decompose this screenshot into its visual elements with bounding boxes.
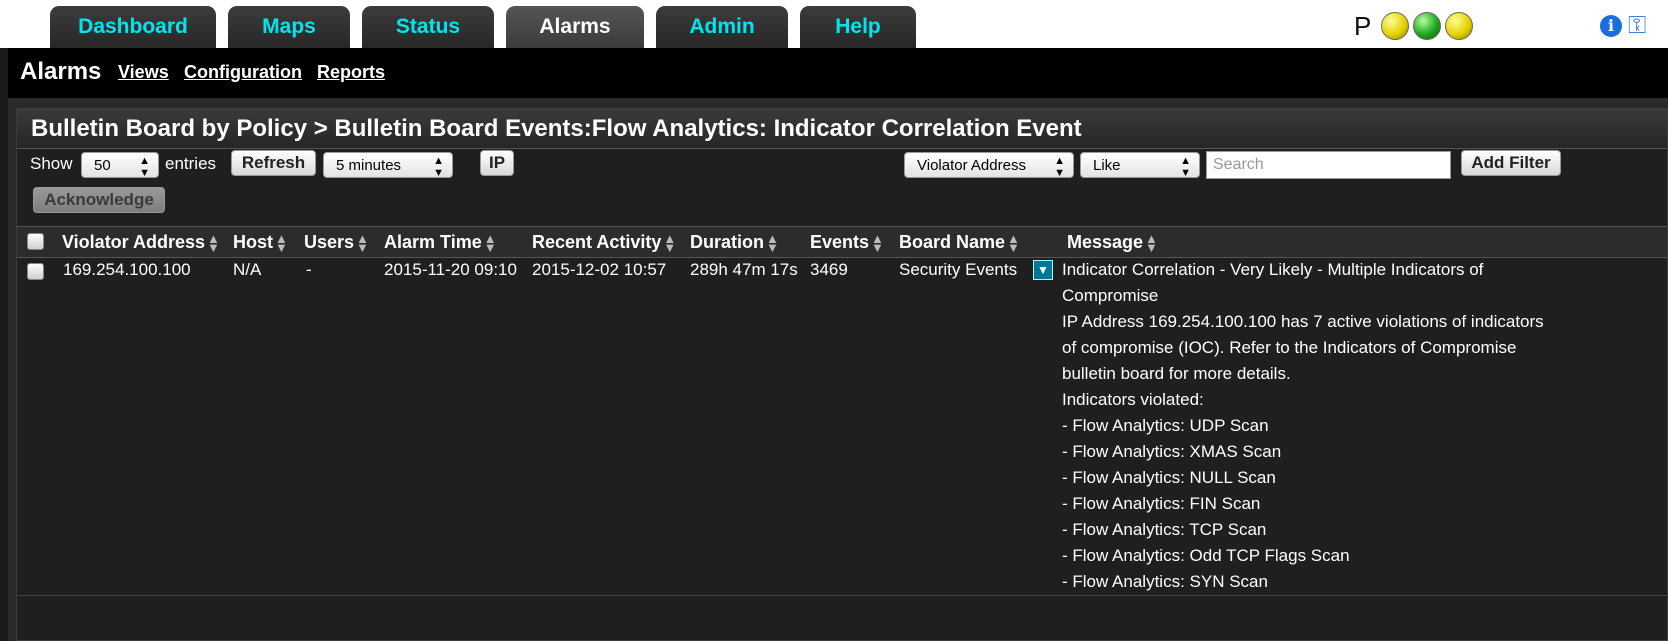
- green-led-icon[interactable]: [1413, 12, 1442, 40]
- sort-icon[interactable]: ▲ ▼: [1007, 232, 1020, 254]
- message-line: - Flow Analytics: TCP Scan: [1062, 520, 1267, 539]
- events-panel: Bulletin Board by Policy > Bulletin Boar…: [16, 108, 1668, 641]
- status-indicators: P: [1354, 10, 1474, 42]
- col-users[interactable]: Users ▲ ▼: [304, 232, 369, 254]
- message-line: Indicator Correlation - Very Likely - Mu…: [1062, 260, 1484, 279]
- table-header: Violator Address ▲ ▼ Host ▲ ▼ Users ▲ ▼ Alarm …: [17, 226, 1667, 258]
- message-line: Indicators violated:: [1062, 390, 1204, 409]
- search-input[interactable]: Search: [1206, 151, 1451, 179]
- cell-message: Indicator Correlation - Very Likely - Mu…: [1062, 257, 1567, 595]
- cell-recent-activity: 2015-12-02 10:57: [532, 260, 667, 279]
- ip-button[interactable]: IP: [480, 150, 514, 176]
- cell-violator-address: 169.254.100.100: [63, 260, 191, 279]
- cell-host: N/A: [233, 260, 262, 279]
- select-arrows-icon: ▲ ▼: [139, 155, 150, 179]
- filter-operator-value: Like: [1093, 157, 1121, 174]
- row-checkbox[interactable]: [27, 263, 44, 280]
- interval-select-value: 5 minutes: [336, 157, 402, 174]
- row-divider: [17, 595, 1667, 596]
- refresh-interval-select[interactable]: 5 minutes ▲ ▼: [323, 152, 453, 179]
- sub-nav-bar: Alarms Views Configuration Reports: [8, 48, 1668, 98]
- show-label: Show: [30, 154, 73, 173]
- status-letter: P: [1354, 10, 1372, 41]
- message-line: - Flow Analytics: UDP Scan: [1062, 416, 1269, 435]
- message-line: IP Address 169.254.100.100 has 7 active …: [1062, 312, 1544, 331]
- message-line: - Flow Analytics: SYN Scan: [1062, 572, 1268, 591]
- col-duration[interactable]: Duration ▲ ▼: [690, 232, 779, 254]
- add-filter-button[interactable]: Add Filter: [1461, 150, 1561, 176]
- sort-icon[interactable]: ▲ ▼: [356, 232, 369, 254]
- filter-operator-select[interactable]: Like ▲ ▼: [1080, 152, 1200, 179]
- tab-maps[interactable]: Maps: [228, 6, 350, 50]
- message-line: - Flow Analytics: XMAS Scan: [1062, 442, 1282, 461]
- tab-dashboard[interactable]: Dashboard: [50, 6, 216, 50]
- col-events[interactable]: Events ▲ ▼: [810, 232, 884, 254]
- cell-events: 3469: [810, 260, 848, 279]
- entries-label: entries: [165, 154, 217, 173]
- message-line: - Flow Analytics: FIN Scan: [1062, 494, 1261, 513]
- yellow-led-icon[interactable]: [1381, 12, 1410, 40]
- cell-board-name: Security Events: [899, 260, 1018, 279]
- select-arrows-icon: ▲ ▼: [1180, 155, 1191, 179]
- select-arrows-icon: ▲ ▼: [1054, 155, 1065, 179]
- section-title: Alarms: [20, 58, 102, 85]
- col-host[interactable]: Host ▲ ▼: [233, 232, 288, 254]
- col-message[interactable]: Message ▲ ▼: [1067, 232, 1158, 254]
- cell-alarm-time: 2015-11-20 09:10: [384, 260, 517, 279]
- tab-status[interactable]: Status: [362, 6, 494, 50]
- acknowledge-button[interactable]: Acknowledge: [33, 187, 165, 213]
- select-arrows-icon: ▲ ▼: [433, 155, 444, 179]
- cell-duration: 289h 47m 17s: [690, 260, 798, 279]
- col-alarm-time[interactable]: Alarm Time ▲ ▼: [384, 232, 497, 254]
- refresh-button[interactable]: Refresh: [231, 150, 316, 176]
- col-board-name[interactable]: Board Name ▲ ▼: [899, 232, 1020, 254]
- key-icon[interactable]: ⚿: [1628, 12, 1646, 40]
- configuration-link[interactable]: Configuration: [184, 62, 302, 83]
- sort-icon[interactable]: ▲ ▼: [207, 232, 220, 254]
- cell-users: -: [306, 260, 312, 279]
- info-icon[interactable]: i: [1600, 15, 1622, 37]
- tab-admin[interactable]: Admin: [656, 6, 788, 50]
- message-line: - Flow Analytics: NULL Scan: [1062, 468, 1276, 487]
- expand-message-icon[interactable]: ▼: [1033, 260, 1053, 280]
- message-line: - Flow Analytics: Odd TCP Flags Scan: [1062, 546, 1350, 565]
- top-nav-bar: Dashboard Maps Status Alarms Admin Help …: [0, 0, 1668, 50]
- message-line: bulletin board for more details.: [1062, 364, 1291, 383]
- select-all-checkbox[interactable]: [27, 233, 44, 250]
- filter-field-select[interactable]: Violator Address ▲ ▼: [904, 152, 1074, 179]
- filter-field-value: Violator Address: [917, 157, 1026, 174]
- tab-help[interactable]: Help: [800, 6, 916, 50]
- sort-icon[interactable]: ▲ ▼: [871, 232, 884, 254]
- col-recent-activity[interactable]: Recent Activity ▲ ▼: [532, 232, 676, 254]
- entries-select-value: 50: [94, 157, 111, 174]
- sort-icon[interactable]: ▲ ▼: [275, 232, 288, 254]
- sort-icon[interactable]: ▲ ▼: [1145, 232, 1158, 254]
- utility-icons: i ⚿: [1600, 12, 1646, 40]
- sort-icon[interactable]: ▲ ▼: [663, 232, 676, 254]
- views-link[interactable]: Views: [118, 62, 169, 83]
- message-line: Compromise: [1062, 286, 1159, 305]
- panel-header: Bulletin Board by Policy > Bulletin Boar…: [17, 109, 1667, 149]
- yellow-led-icon[interactable]: [1445, 12, 1474, 40]
- reports-link[interactable]: Reports: [317, 62, 385, 83]
- entries-select[interactable]: 50 ▲ ▼: [81, 152, 159, 179]
- message-line: of compromise (IOC). Refer to the Indica…: [1062, 338, 1517, 357]
- col-violator-address[interactable]: Violator Address ▲ ▼: [62, 232, 220, 254]
- tab-alarms[interactable]: Alarms: [506, 6, 644, 50]
- page-title: Bulletin Board by Policy > Bulletin Boar…: [31, 115, 1082, 142]
- sort-icon[interactable]: ▲ ▼: [766, 232, 779, 254]
- sort-icon[interactable]: ▲ ▼: [484, 232, 497, 254]
